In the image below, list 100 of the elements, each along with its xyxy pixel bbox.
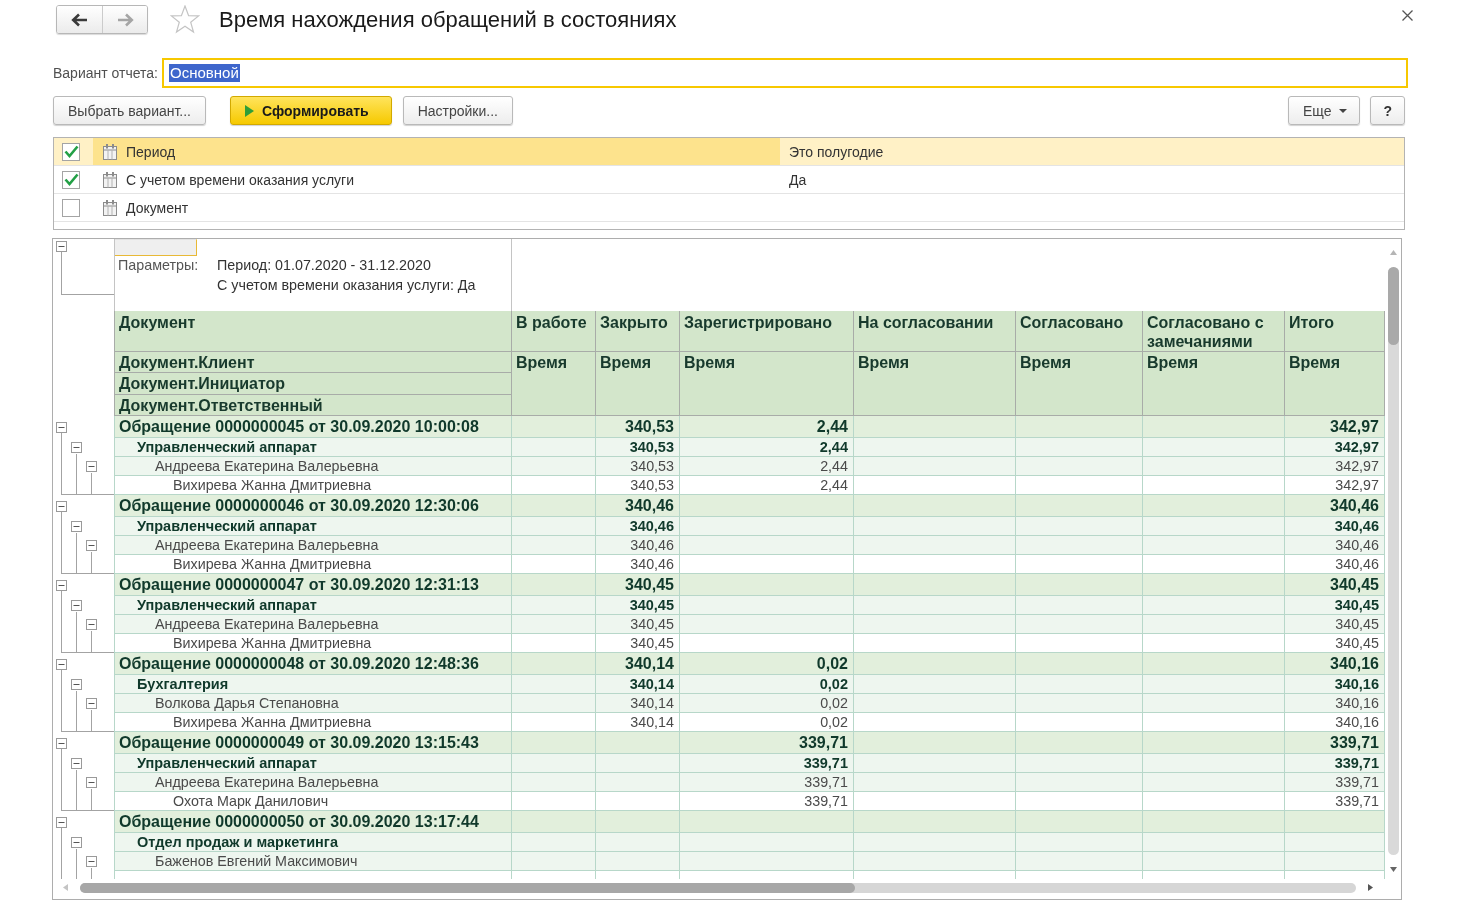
minus-square-icon[interactable] xyxy=(56,816,67,828)
minus-square-icon[interactable] xyxy=(71,442,82,453)
table-cell: 2,44 xyxy=(680,457,854,476)
triangle-down-icon[interactable] xyxy=(1389,867,1397,872)
calendar-icon xyxy=(102,171,118,188)
more-button[interactable]: Еще xyxy=(1287,96,1361,125)
close-icon[interactable] xyxy=(1402,10,1413,21)
table-cell: Баженов Евгений Максимович xyxy=(114,852,512,871)
table-cell: Андреева Екатерина Валерьевна xyxy=(114,536,512,555)
scrollbar-thumb[interactable] xyxy=(80,882,855,893)
setting-label: Период xyxy=(126,143,176,160)
settings-row[interactable]: Период Это полугодие xyxy=(54,138,1404,166)
minus-square-icon[interactable] xyxy=(86,540,97,551)
table-cell: 339,71 xyxy=(1285,773,1385,792)
column-subheader: Документ.Клиент xyxy=(114,352,512,374)
table-cell: Вихирева Жанна Дмитриевна xyxy=(114,476,512,495)
column-header: Согласовано с замечаниями xyxy=(1143,311,1285,352)
table-cell: 0,02 xyxy=(680,653,854,675)
variant-field[interactable]: Основной xyxy=(162,58,1408,88)
help-button[interactable]: ? xyxy=(1370,96,1405,125)
column-header: Закрыто xyxy=(596,311,680,352)
minus-square-icon[interactable] xyxy=(56,579,67,591)
minus-square-icon[interactable] xyxy=(86,461,97,472)
minus-square-icon[interactable] xyxy=(71,837,82,848)
arrow-right-icon xyxy=(116,12,134,27)
minus-square-icon[interactable] xyxy=(56,737,67,749)
toolbar-button[interactable]: Настройки... xyxy=(402,96,513,125)
table-cell: Охота Марк Данилович xyxy=(114,792,512,811)
table-cell: 0,02 xyxy=(680,675,854,694)
triangle-right-icon[interactable] xyxy=(1368,884,1373,891)
table-cell: 340,53 xyxy=(596,438,680,457)
column-header: В работе xyxy=(512,311,596,352)
table-cell: Управленческий аппарат xyxy=(114,517,512,536)
minus-square-icon[interactable] xyxy=(71,600,82,611)
table-cell: Андреева Екатерина Валерьевна xyxy=(114,457,512,476)
table-cell: 340,16 xyxy=(1285,675,1385,694)
checkbox[interactable] xyxy=(62,142,80,161)
table-cell: Обращение 0000000046 от 30.09.2020 12:30:06 xyxy=(114,495,512,517)
minus-square-icon[interactable] xyxy=(56,500,67,512)
column-header: Документ xyxy=(114,311,512,352)
calendar-icon xyxy=(102,143,118,160)
table-cell: 342,97 xyxy=(1285,416,1385,438)
minus-square-icon[interactable] xyxy=(71,521,82,532)
active-cell[interactable] xyxy=(115,239,197,256)
table-cell: 340,46 xyxy=(1285,517,1385,536)
table-cell: 340,46 xyxy=(596,495,680,517)
table-cell: 2,44 xyxy=(680,416,854,438)
back-button[interactable] xyxy=(57,6,102,33)
caret-down-icon xyxy=(1339,108,1348,113)
minus-square-icon[interactable] xyxy=(71,758,82,769)
minus-square-icon[interactable] xyxy=(56,241,67,252)
setting-label: Документ xyxy=(126,199,189,216)
table-cell: 0,02 xyxy=(680,713,854,732)
minus-square-icon[interactable] xyxy=(71,679,82,690)
column-subheader: Документ.Инициатор xyxy=(114,373,512,395)
table-cell: 339,71 xyxy=(1285,732,1385,754)
checkbox[interactable] xyxy=(62,198,80,217)
parameter-text: Период: 01.07.2020 - 31.12.2020 xyxy=(217,256,432,274)
column-header: Согласовано xyxy=(1016,311,1143,352)
table-cell: 340,14 xyxy=(596,713,680,732)
table-cell: Обращение 0000000045 от 30.09.2020 10:00:08 xyxy=(114,416,512,438)
table-cell: 340,53 xyxy=(596,457,680,476)
star-icon[interactable] xyxy=(170,5,200,34)
table-cell: 340,46 xyxy=(1285,536,1385,555)
primary-button[interactable]: Сформировать xyxy=(230,96,392,125)
table-cell: 340,53 xyxy=(596,416,680,438)
scrollbar-thumb[interactable] xyxy=(1387,267,1399,345)
scrollbar-track[interactable] xyxy=(1387,267,1399,855)
table-cell: 340,14 xyxy=(596,675,680,694)
column-header: Зарегистрировано xyxy=(680,311,854,352)
table-cell: 342,97 xyxy=(1285,457,1385,476)
table-cell: Управленческий аппарат xyxy=(114,754,512,773)
table-cell: 340,46 xyxy=(596,517,680,536)
table-cell: 340,53 xyxy=(596,476,680,495)
minus-square-icon[interactable] xyxy=(86,777,97,788)
minus-square-icon[interactable] xyxy=(86,698,97,709)
table-cell: 340,46 xyxy=(596,536,680,555)
variant-label: Вариант отчета: xyxy=(53,65,158,81)
checkmark-icon xyxy=(63,173,79,186)
table-cell: 340,45 xyxy=(1285,634,1385,653)
table-cell: Волкова Дарья Степановна xyxy=(114,694,512,713)
column-subheader: Время xyxy=(1285,352,1385,416)
column-subheader: Время xyxy=(680,352,854,416)
table-cell: 339,71 xyxy=(1285,792,1385,811)
table-cell: Отдел продаж и маркетинга xyxy=(114,833,512,852)
scrollbar-track[interactable] xyxy=(80,882,1356,893)
table-cell: 339,71 xyxy=(1285,754,1385,773)
table-cell: Обращение 0000000050 от 30.09.2020 13:17:44 xyxy=(114,811,512,833)
minus-square-icon[interactable] xyxy=(56,421,67,433)
minus-square-icon[interactable] xyxy=(86,619,97,630)
table-cell: 340,46 xyxy=(1285,555,1385,574)
column-subheader: Время xyxy=(1016,352,1143,416)
table-cell: Андреева Екатерина Валерьевна xyxy=(114,615,512,634)
minus-square-icon[interactable] xyxy=(56,658,67,670)
minus-square-icon[interactable] xyxy=(86,856,97,867)
table-cell: 340,45 xyxy=(596,634,680,653)
checkbox[interactable] xyxy=(62,170,80,189)
toolbar-button[interactable]: Выбрать вариант... xyxy=(53,96,206,125)
table-cell: 340,45 xyxy=(1285,596,1385,615)
table-cell: 340,16 xyxy=(1285,653,1385,675)
